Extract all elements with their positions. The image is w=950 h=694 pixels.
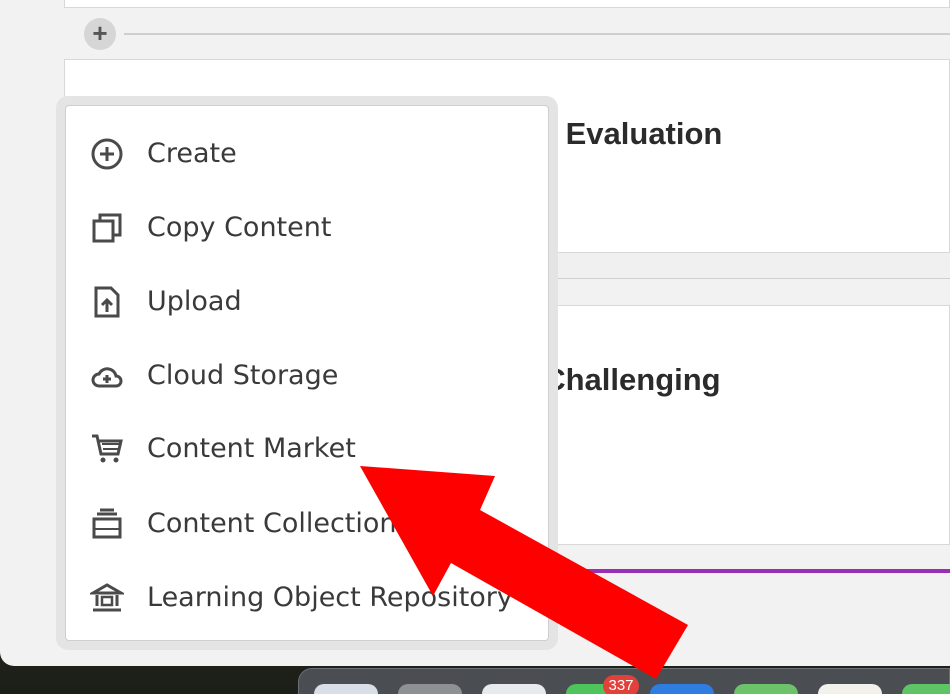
menu-item-content-market[interactable]: Content Market xyxy=(66,418,548,478)
add-content-row: + xyxy=(84,18,950,50)
upload-file-icon xyxy=(90,285,124,319)
collection-icon xyxy=(90,507,124,541)
dock-app-icon[interactable] xyxy=(398,684,462,694)
cart-icon xyxy=(90,432,124,466)
dock-app-icon[interactable] xyxy=(482,684,546,694)
dock-app-icon[interactable] xyxy=(314,684,378,694)
dock-app-icon[interactable] xyxy=(902,684,950,694)
repository-icon xyxy=(87,581,127,615)
dock-app-icon[interactable] xyxy=(734,684,798,694)
content-card-previous xyxy=(64,0,950,8)
menu-item-label: Cloud Storage xyxy=(147,359,339,391)
menu-item-copy-content[interactable]: Copy Content xyxy=(66,197,548,257)
menu-item-label: Copy Content xyxy=(147,211,332,243)
menu-item-label: Upload xyxy=(147,285,242,317)
menu-item-label: Create xyxy=(147,137,237,169)
menu-item-cloud-storage[interactable]: Cloud Storage xyxy=(66,345,548,405)
menu-item-content-collection[interactable]: Content Collection xyxy=(66,493,548,553)
cloud-plus-icon xyxy=(90,359,124,393)
menu-item-create[interactable]: Create xyxy=(66,123,548,183)
dock-app-icon[interactable] xyxy=(650,684,714,694)
menu-item-upload[interactable]: Upload xyxy=(66,271,548,331)
add-content-menu: Create Copy Content Upload Cloud Storage… xyxy=(65,105,549,641)
accent-bar xyxy=(548,569,950,573)
add-row-divider xyxy=(124,33,950,35)
add-content-button[interactable]: + xyxy=(84,18,116,50)
menu-item-label: Content Market xyxy=(147,432,356,464)
notification-badge: 337 xyxy=(603,675,639,694)
dock-app-icon[interactable] xyxy=(818,684,882,694)
plus-circle-icon xyxy=(90,137,124,171)
menu-item-learning-object-repository[interactable]: Learning Object Repository xyxy=(66,567,548,627)
copy-icon xyxy=(90,211,124,245)
menu-item-label: Content Collection xyxy=(147,507,397,539)
menu-item-label: Learning Object Repository xyxy=(147,581,513,613)
